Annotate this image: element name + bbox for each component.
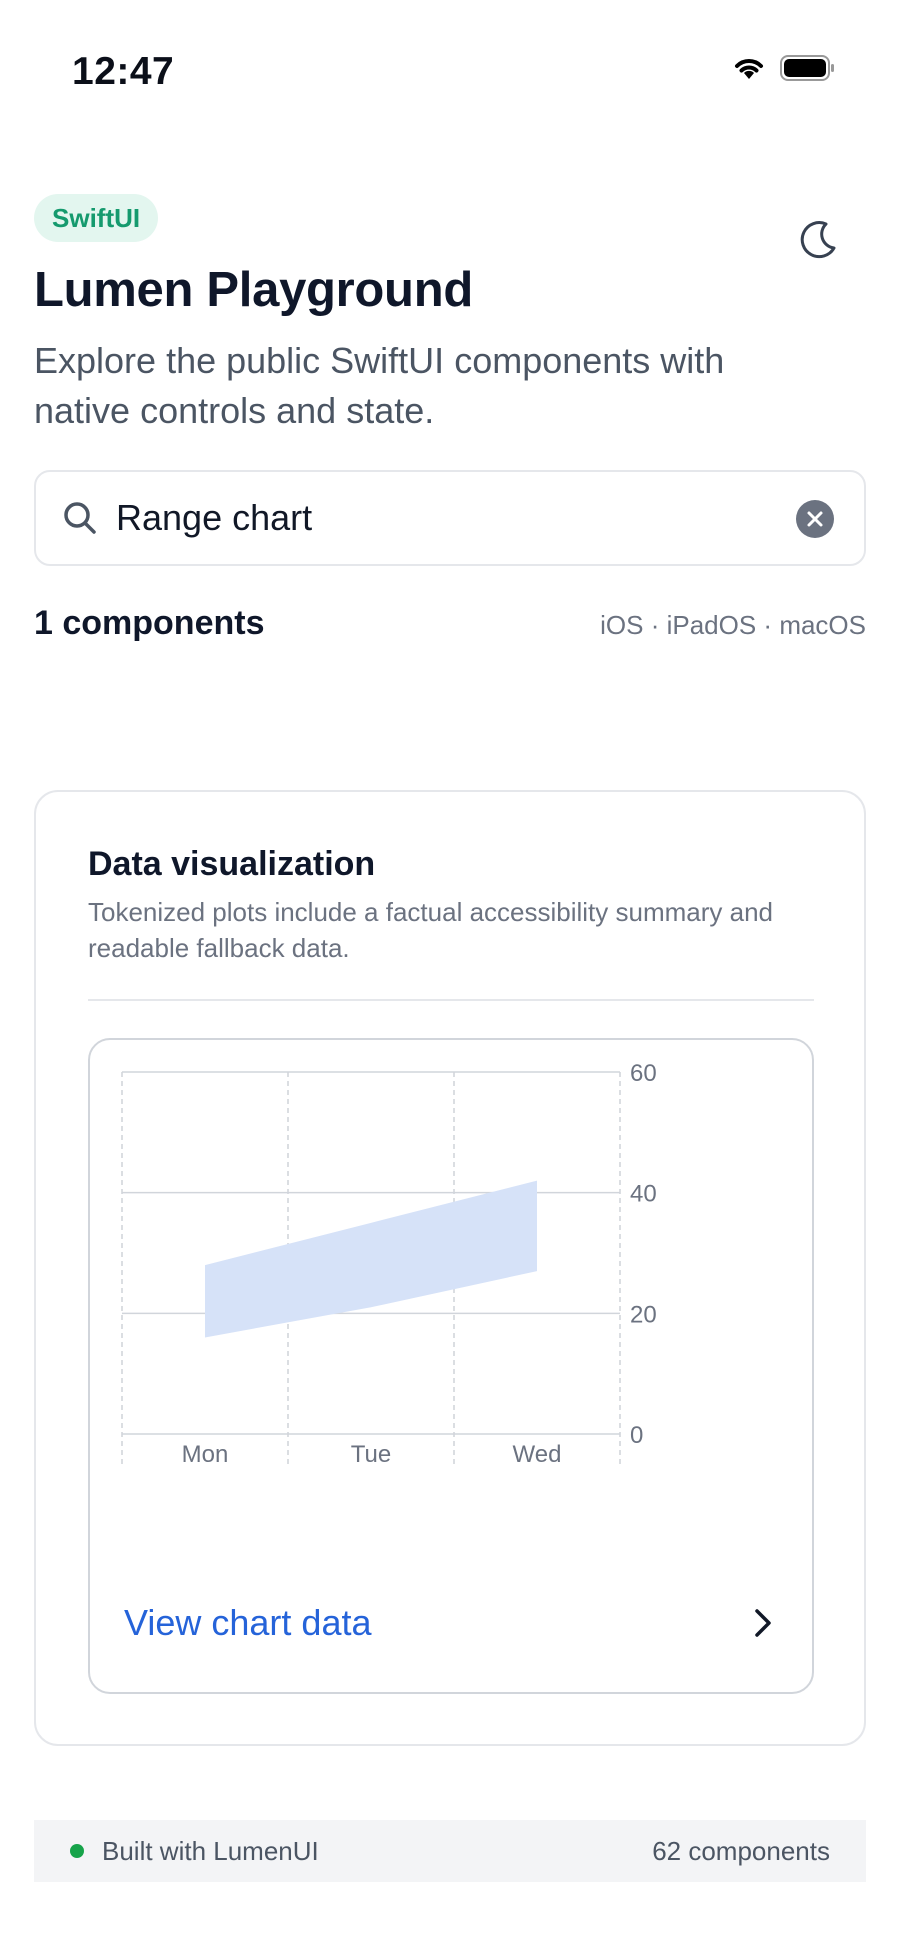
search-input[interactable] <box>116 497 756 539</box>
theme-toggle-button[interactable] <box>790 214 846 270</box>
close-icon <box>807 511 823 527</box>
chevron-right-icon <box>748 1605 778 1641</box>
x-tick-label: Wed <box>513 1441 562 1468</box>
wifi-icon <box>732 55 766 86</box>
platforms-label: iOS · iPadOS · macOS <box>600 610 866 640</box>
y-tick-label: 60 <box>630 1060 657 1087</box>
x-tick-label: Mon <box>182 1441 229 1468</box>
clear-search-button[interactable] <box>796 500 834 538</box>
footer-bar: Built with LumenUI 62 components <box>34 1820 866 1882</box>
card-title: Data visualization <box>88 845 376 883</box>
search-icon <box>60 498 100 538</box>
view-chart-data-label: View chart data <box>124 1602 372 1643</box>
y-tick-label: 20 <box>630 1301 657 1328</box>
page-subtitle: Explore the public SwiftUI components wi… <box>34 340 725 431</box>
search-bar <box>34 470 866 566</box>
range-chart: 60 40 20 0 Mon Tue Wed <box>121 1060 657 1468</box>
view-chart-data-link[interactable]: View chart data <box>88 1568 814 1678</box>
framework-badge: SwiftUI <box>34 194 159 242</box>
results-count: 1 components <box>34 604 265 642</box>
footer-component-count: 62 components <box>652 1835 830 1866</box>
card-description: Tokenized plots include a factual access… <box>88 897 774 963</box>
battery-icon <box>780 54 836 87</box>
y-tick-label: 40 <box>630 1181 657 1208</box>
card-divider <box>88 999 814 1001</box>
x-tick-label: Tue <box>351 1441 391 1468</box>
moon-icon <box>796 218 840 267</box>
status-time: 12:47 <box>72 50 175 93</box>
footer-built-with: Built with LumenUI <box>102 1835 319 1866</box>
status-dot <box>70 1844 84 1858</box>
status-icons <box>732 54 836 87</box>
y-tick-label: 0 <box>630 1422 643 1449</box>
page-title: Lumen Playground <box>34 263 473 317</box>
